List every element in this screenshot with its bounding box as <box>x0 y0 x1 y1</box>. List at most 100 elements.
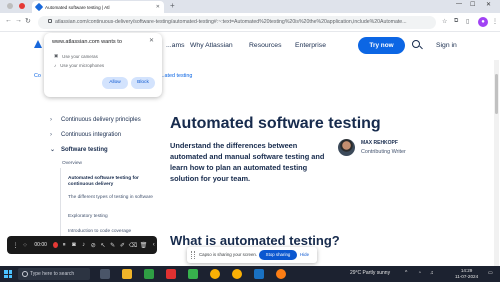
extensions-icon[interactable]: ⧉ <box>454 18 458 25</box>
profile-avatar[interactable]: ● <box>478 17 488 27</box>
delete-icon[interactable]: 🗑 <box>140 242 148 249</box>
nav-enterprise[interactable]: Enterprise <box>295 42 326 49</box>
page-title: Automated software testing <box>170 115 381 132</box>
pen-icon[interactable]: ✎ <box>109 242 116 249</box>
sidebar-sub-types[interactable]: The different types of testing in softwa… <box>68 195 160 201</box>
stop-sharing-button[interactable]: Stop sharing <box>259 250 297 260</box>
bookmark-star-icon[interactable]: ☆ <box>442 18 447 25</box>
breadcrumb-current[interactable]: ...ated testing <box>160 73 192 79</box>
task-view-icon[interactable] <box>100 269 110 279</box>
permission-camera-row: ▣ Use your cameras <box>54 53 98 59</box>
forward-icon[interactable]: → <box>15 17 22 24</box>
scrollbar-thumb[interactable] <box>495 74 498 114</box>
tray-chevron-icon[interactable]: ^ <box>405 270 407 276</box>
window-dot-icon <box>7 3 13 9</box>
sidebar-item-label: Continuous delivery principles <box>61 117 141 123</box>
network-icon[interactable]: ◔ <box>418 270 421 276</box>
collapse-icon[interactable]: ‹ <box>150 242 157 248</box>
app-icon[interactable] <box>254 269 264 279</box>
section-heading: What is automated testing? <box>170 233 340 248</box>
permission-title: www.atlassian.com wants to <box>52 39 122 45</box>
atlassian-logo-icon[interactable] <box>34 40 42 48</box>
address-bar[interactable]: atlassian.com/continuous-delivery/softwa… <box>38 16 436 29</box>
cursor-icon[interactable]: ↖ <box>100 242 107 249</box>
weather-widget[interactable]: 29°C Partly sunny <box>350 270 390 276</box>
camera-icon: ▣ <box>54 53 59 58</box>
url-text: atlassian.com/continuous-delivery/softwa… <box>55 19 407 25</box>
allow-button[interactable]: Allow <box>102 77 128 89</box>
sign-in-link[interactable]: Sign in <box>436 42 457 49</box>
microphone-icon: ♪ <box>54 63 57 68</box>
eraser-icon[interactable]: ⌫ <box>129 242 137 249</box>
camera-icon[interactable]: ◙ <box>71 242 78 248</box>
try-now-button[interactable]: Try now <box>358 37 405 54</box>
close-window-icon[interactable]: ✕ <box>486 1 491 8</box>
sidebar-item-software-testing[interactable]: ⌄ Software testing <box>50 146 108 154</box>
record-button[interactable] <box>52 242 58 248</box>
sidebar-sub-overview[interactable]: Overview <box>62 161 154 167</box>
page-scrollbar[interactable] <box>494 60 499 266</box>
new-tab-icon[interactable]: + <box>170 1 175 10</box>
notifications-icon[interactable]: ▭ <box>488 270 493 276</box>
chrome-icon[interactable] <box>232 269 242 279</box>
drag-handle-icon[interactable] <box>191 251 195 259</box>
permission-popup: www.atlassian.com wants to ✕ ▣ Use your … <box>44 33 162 97</box>
sidebar-item-cd-principles[interactable]: › Continuous delivery principles <box>50 117 141 123</box>
browser-tab-active[interactable]: Automated software testing | Atl ✕ <box>32 1 164 13</box>
sidebar-item-ci[interactable]: › Continuous integration <box>50 132 121 138</box>
windows-start-icon[interactable] <box>4 270 12 278</box>
minimize-icon[interactable]: — <box>456 1 462 7</box>
nav-why-atlassian[interactable]: Why Atlassian <box>190 42 233 49</box>
close-icon[interactable]: ✕ <box>149 37 154 44</box>
reload-icon[interactable]: ↻ <box>25 17 31 25</box>
highlighter-icon[interactable]: ✐ <box>119 242 126 249</box>
hide-link[interactable]: Hide <box>300 252 309 257</box>
nav-teams[interactable]: ...ams <box>166 42 185 49</box>
microphone-icon[interactable]: ♪ <box>80 242 87 248</box>
volume-icon[interactable]: ♫ <box>430 270 434 276</box>
atlassian-favicon-icon <box>34 2 44 12</box>
app-icon[interactable] <box>166 269 176 279</box>
tab-title: Automated software testing | Atl <box>45 4 110 10</box>
grid-icon[interactable]: ⁘ <box>22 242 29 249</box>
permission-camera-label: Use your cameras <box>62 53 98 59</box>
file-explorer-icon[interactable] <box>122 269 132 279</box>
menu-icon[interactable]: ⋮ <box>492 18 498 25</box>
permission-mic-row: ♪ Use your microphones <box>54 63 104 68</box>
close-tab-icon[interactable]: ✕ <box>156 4 160 10</box>
sidebar-item-label: Continuous integration <box>61 132 122 138</box>
chrome-icon[interactable] <box>210 269 220 279</box>
sidebar-sub-automated[interactable]: Automated software testing for continuou… <box>68 176 160 188</box>
taskbar-search[interactable]: Type here to search <box>18 268 90 280</box>
block-button[interactable]: Block <box>131 77 155 89</box>
sidebar-sub-exploratory[interactable]: Exploratory testing <box>68 214 160 220</box>
back-icon[interactable]: ← <box>5 17 12 24</box>
browser-toolbar: ← → ↻ atlassian.com/continuous-delivery/… <box>0 13 500 32</box>
clock-date: 11-07-2024 <box>455 274 479 279</box>
windows-taskbar: Type here to search 29°C Partly sunny ^ … <box>0 266 500 282</box>
taskbar-clock[interactable]: 14:29 11-07-2024 <box>455 268 478 280</box>
sharing-message: Capso is sharing your screen. <box>199 252 258 257</box>
app-icon[interactable] <box>188 269 198 279</box>
recorder-timer: 00:00 <box>34 242 47 248</box>
search-icon[interactable] <box>412 40 420 48</box>
author-role: Contributing Writer <box>361 149 406 155</box>
chevron-right-icon: › <box>50 132 52 138</box>
sidebar-sub-coverage[interactable]: Introduction to code coverage <box>68 229 160 235</box>
drag-handle-icon[interactable]: ⋮ <box>12 242 19 249</box>
sidebar-divider <box>60 168 61 238</box>
mute-icon[interactable]: ⊘ <box>90 242 97 249</box>
recorder-app-icon[interactable] <box>276 269 286 279</box>
screen-sharing-bar: Capso is sharing your screen. Stop shari… <box>187 247 317 263</box>
recorder-toolbar: ⋮ ⁘ 00:00 ⏸ ◙ ♪ ⊘ ↖ ✎ ✐ ⌫ 🗑 ‹ <box>7 236 157 254</box>
author-name: MAX REHKOPF <box>361 140 398 146</box>
author-avatar <box>338 139 355 156</box>
sidepanel-icon[interactable]: ▯ <box>466 18 469 25</box>
nav-resources[interactable]: Resources <box>249 42 282 49</box>
chevron-right-icon: › <box>50 117 52 123</box>
chevron-down-icon: ⌄ <box>50 147 56 153</box>
pause-icon[interactable]: ⏸ <box>61 242 68 249</box>
excel-icon[interactable] <box>144 269 154 279</box>
maximize-icon[interactable]: ☐ <box>470 1 475 8</box>
breadcrumb-start[interactable]: Co <box>34 73 41 79</box>
